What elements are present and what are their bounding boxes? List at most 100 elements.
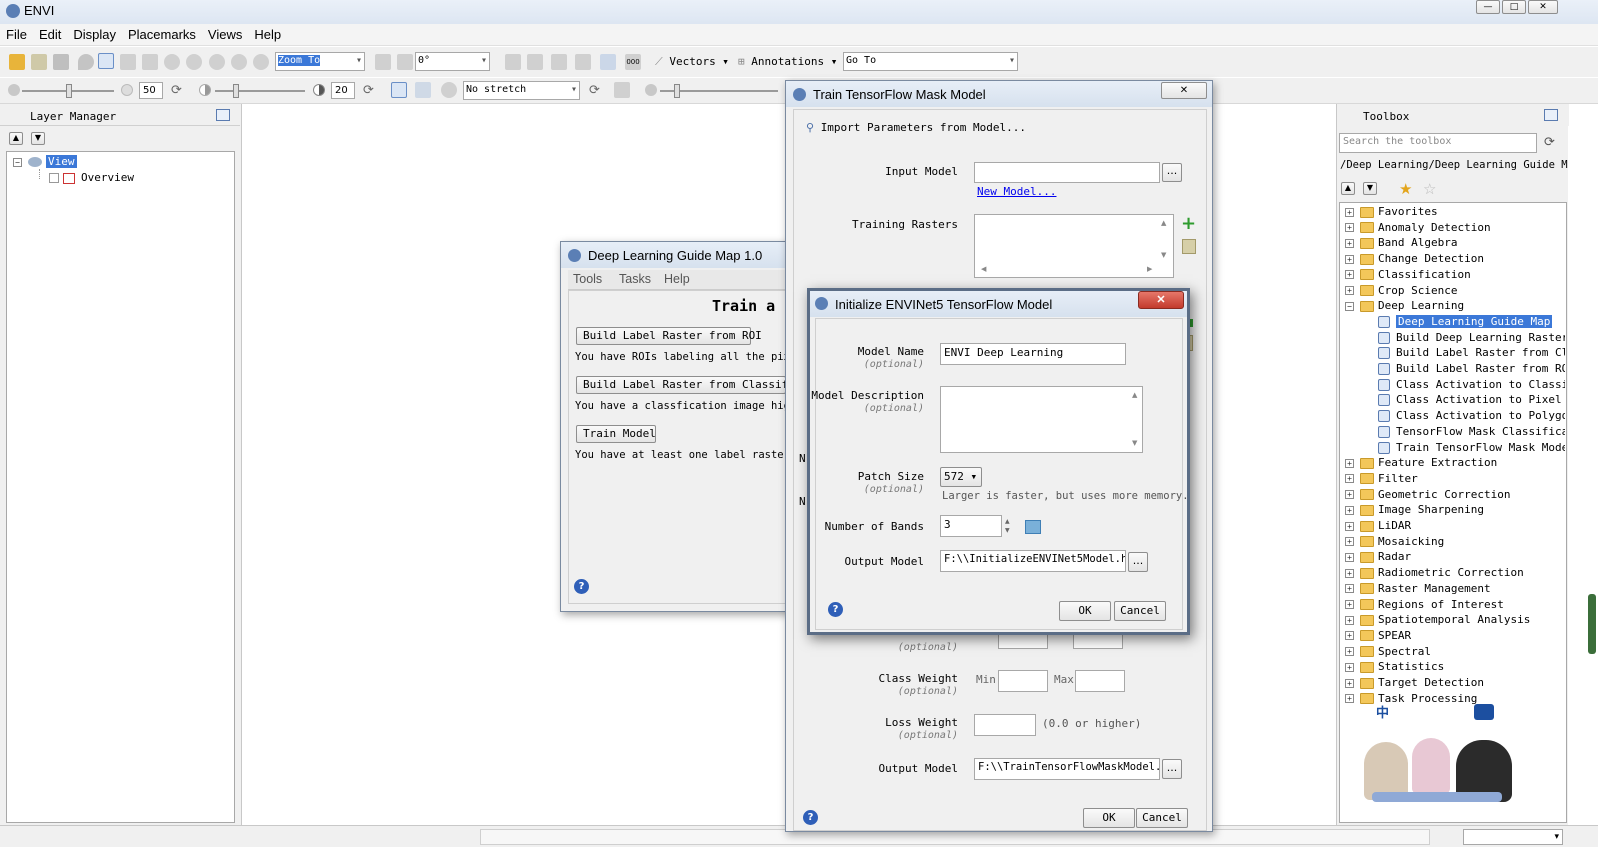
annotations-dropdown[interactable]: ⊞ Annotations ▾	[738, 55, 837, 68]
toolbox-search-input[interactable]: Search the toolbox	[1339, 133, 1537, 153]
desc-scroll-up-icon[interactable]: ▲	[1132, 391, 1137, 399]
histogram-icon[interactable]	[415, 82, 431, 98]
minimize-button[interactable]: —	[1476, 0, 1500, 14]
toolbox-folder-lidar[interactable]: + LiDAR	[1345, 519, 1411, 532]
list-scroll-up-icon[interactable]: ▲	[1161, 219, 1166, 227]
expand-toggle-icon[interactable]: +	[1345, 474, 1354, 484]
zoom-icon[interactable]	[186, 54, 202, 70]
expand-toggle-icon[interactable]: +	[1345, 631, 1354, 641]
menu-edit[interactable]: Edit	[33, 24, 67, 42]
class-weight-min-field[interactable]	[998, 670, 1048, 692]
toolbox-folder-regions-of-interest[interactable]: + Regions of Interest	[1345, 598, 1504, 611]
pan-hand-icon[interactable]	[120, 54, 136, 70]
toolbox-folder-image-sharpening[interactable]: + Image Sharpening	[1345, 503, 1484, 516]
toolbox-folder-feature-extraction[interactable]: + Feature Extraction	[1345, 456, 1497, 469]
contrast-value[interactable]: 20	[331, 82, 355, 99]
toolbox-folder-favorites[interactable]: + Favorites	[1345, 205, 1438, 218]
guide-menu-tools[interactable]: Tools	[573, 272, 602, 286]
train-output-model-field[interactable]: F:\\TrainTensorFlowMaskModel.h5	[974, 758, 1160, 780]
expand-all-button[interactable]: ▼	[31, 132, 45, 145]
model-name-field[interactable]: ENVI Deep Learning	[940, 343, 1126, 365]
contrast-slider[interactable]	[215, 90, 305, 92]
zoom-out-icon[interactable]	[231, 54, 247, 70]
toolbox-folder-radar[interactable]: + Radar	[1345, 550, 1411, 563]
train-model-button[interactable]: Train Model	[576, 425, 656, 443]
toolbox-folder-geometric-correction[interactable]: + Geometric Correction	[1345, 488, 1510, 501]
zoom-fit-icon[interactable]	[253, 54, 269, 70]
toolbox-tool-class-activation-to-pixel-roi[interactable]: Class Activation to Pixel ROI	[1378, 393, 1565, 407]
counter-icon[interactable]: 000	[625, 54, 641, 70]
guide-menu-help[interactable]: Help	[664, 272, 690, 286]
sharpen-icon[interactable]	[614, 82, 630, 98]
expand-toggle-icon[interactable]: +	[1345, 678, 1354, 688]
toolbox-folder-change-detection[interactable]: + Change Detection	[1345, 252, 1484, 265]
pixel-tool-icon[interactable]	[527, 54, 543, 70]
layer-item-view[interactable]: − View	[13, 155, 77, 168]
input-model-browse-button[interactable]: ...	[1162, 163, 1182, 182]
expand-toggle-icon[interactable]: +	[1345, 286, 1354, 295]
expand-toggle-icon[interactable]: +	[1345, 238, 1354, 248]
add-raster-icon[interactable]: +	[1181, 215, 1196, 233]
toolbox-collapse-button[interactable]: ▲	[1341, 182, 1355, 195]
expand-toggle-icon[interactable]: +	[1345, 552, 1354, 562]
rotate-left-icon[interactable]	[375, 54, 391, 70]
remove-favorite-icon[interactable]: ☆	[1423, 180, 1436, 198]
training-rasters-list[interactable]: ▲ ▼ ◀ ▶	[974, 214, 1174, 278]
stretch-select[interactable]: No stretch ▾	[463, 81, 580, 100]
toolbox-folder-statistics[interactable]: + Statistics	[1345, 660, 1444, 673]
number-of-bands-field[interactable]: 3	[940, 515, 1002, 537]
roi-tool-icon[interactable]	[600, 54, 616, 70]
init-help-icon[interactable]: ?	[828, 602, 843, 617]
toolbox-folder-band-algebra[interactable]: + Band Algebra	[1345, 236, 1457, 249]
layer-item-overview[interactable]: Overview	[49, 171, 134, 184]
list-scroll-down-icon[interactable]: ▼	[1161, 251, 1166, 259]
toolbox-expand-button[interactable]: ▼	[1363, 182, 1377, 195]
expand-toggle-icon[interactable]: +	[1345, 458, 1354, 468]
train-dialog-close-button[interactable]: ✕	[1161, 82, 1207, 99]
expand-toggle-icon[interactable]: +	[1345, 647, 1354, 657]
measure-icon[interactable]	[551, 54, 567, 70]
init-dialog-close-button[interactable]: ✕	[1138, 291, 1184, 309]
toolbox-folder-crop-science[interactable]: + Crop Science	[1345, 284, 1457, 297]
rotate-icon[interactable]	[164, 54, 180, 70]
input-model-field[interactable]	[974, 162, 1160, 183]
toolbox-folder-spectral[interactable]: + Spectral	[1345, 645, 1431, 658]
brightness-slider-handle[interactable]	[66, 84, 72, 98]
import-parameters-link[interactable]: ⚲ Import Parameters from Model...	[806, 121, 1026, 134]
expand-toggle-icon[interactable]: −	[1345, 301, 1354, 311]
zoom-in-icon[interactable]	[209, 54, 225, 70]
expand-toggle-icon[interactable]: +	[1345, 662, 1354, 672]
toolbox-folder-deep-learning[interactable]: − Deep Learning	[1345, 299, 1464, 312]
toolbox-folder-target-detection[interactable]: + Target Detection	[1345, 676, 1484, 689]
guide-help-icon[interactable]: ?	[574, 579, 589, 594]
reset-brightness-icon[interactable]: ⟳	[171, 83, 185, 98]
toolbox-folder-spatiotemporal-analysis[interactable]: + Spatiotemporal Analysis	[1345, 613, 1530, 626]
expand-toggle-icon[interactable]: +	[1345, 505, 1354, 515]
target-icon[interactable]	[441, 82, 457, 98]
toolbox-folder-filter[interactable]: + Filter	[1345, 472, 1418, 485]
model-description-field[interactable]: ▲ ▼	[940, 386, 1143, 453]
list-scroll-right-icon[interactable]: ▶	[1147, 265, 1152, 273]
expand-toggle-icon[interactable]: +	[1345, 270, 1354, 280]
toolbox-tool-class-activation-to-classifi[interactable]: Class Activation to Classifi	[1378, 378, 1565, 391]
toolbox-folder-raster-management[interactable]: + Raster Management	[1345, 582, 1491, 595]
train-ok-button[interactable]: OK	[1083, 808, 1135, 828]
pin-icon[interactable]	[78, 54, 94, 70]
list-scroll-left-icon[interactable]: ◀	[981, 265, 986, 273]
train-cancel-button[interactable]: Cancel	[1136, 808, 1188, 828]
status-select[interactable]: ▾	[1463, 829, 1563, 845]
expand-toggle-icon[interactable]: +	[1345, 521, 1354, 531]
toolbox-tool-build-label-raster-from-clas[interactable]: Build Label Raster from Clas	[1378, 346, 1565, 360]
guide-menu-tasks[interactable]: Tasks	[619, 272, 651, 286]
toolbox-tool-tensorflow-mask-classificati[interactable]: TensorFlow Mask Classificati	[1378, 425, 1565, 438]
select-bands-icon[interactable]	[1025, 520, 1041, 534]
select-cursor-icon[interactable]	[98, 53, 114, 69]
dock-panel-icon[interactable]	[216, 109, 230, 121]
expand-toggle-icon[interactable]: +	[1345, 490, 1354, 500]
toolbox-tool-build-deep-learning-raster[interactable]: Build Deep Learning Raster	[1378, 331, 1565, 344]
reset-contrast-icon[interactable]: ⟳	[363, 83, 377, 98]
toolbox-folder-classification[interactable]: + Classification	[1345, 268, 1471, 281]
init-output-model-field[interactable]: F:\\InitializeENVINet5Model.h5	[940, 550, 1126, 572]
build-label-raster-classification-button[interactable]: Build Label Raster from Classifica	[576, 376, 786, 394]
stretch-type-icon[interactable]	[391, 82, 407, 98]
